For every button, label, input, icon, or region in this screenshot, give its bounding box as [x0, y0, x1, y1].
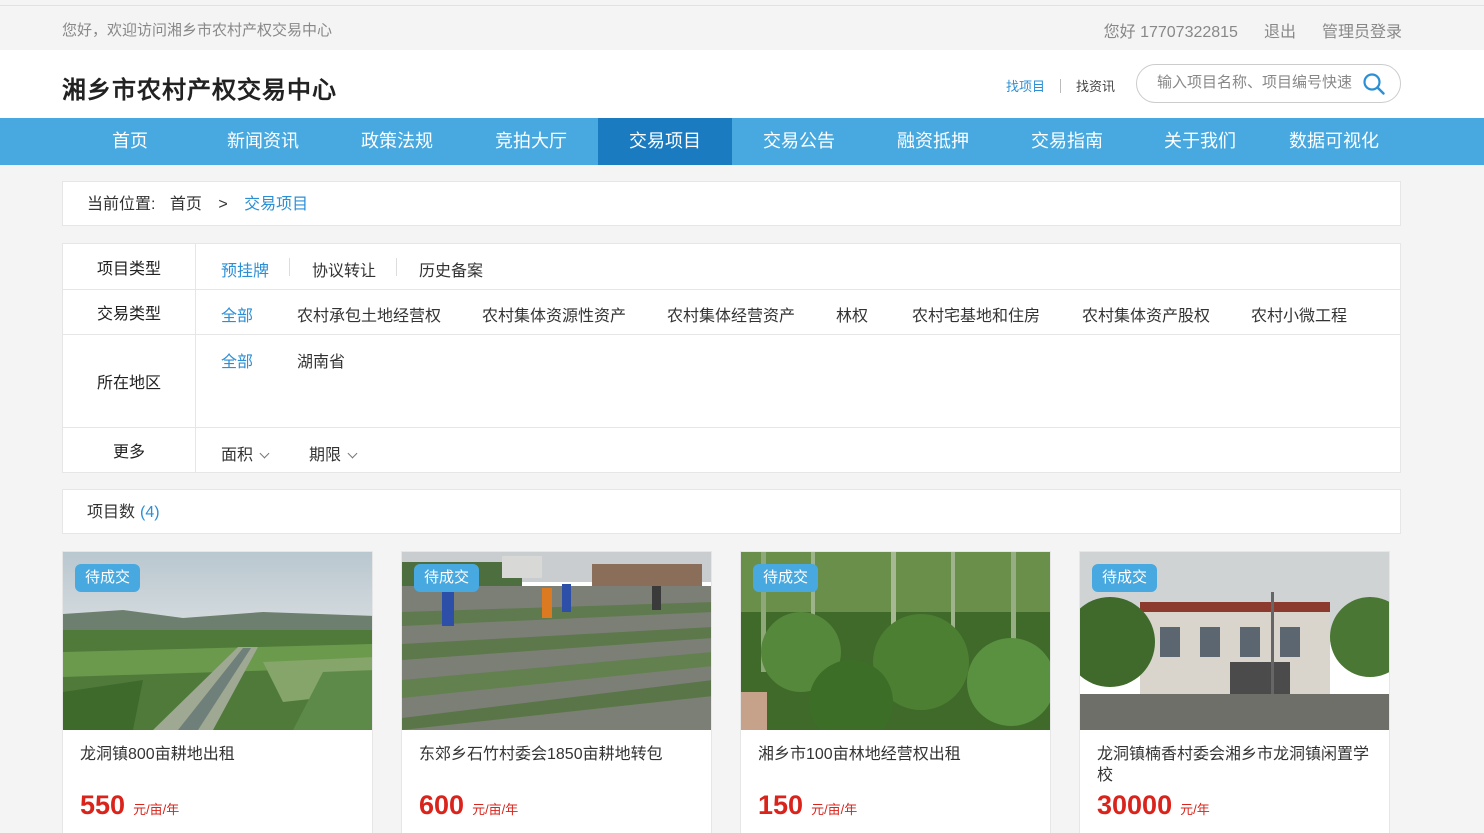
nav-item-about[interactable]: 关于我们: [1133, 118, 1267, 165]
filter-option-history[interactable]: 历史备案: [419, 257, 483, 281]
status-badge: 待成交: [1092, 564, 1158, 592]
dropdown-label: 面积: [221, 447, 254, 464]
site-header: 湘乡市农村产权交易中心 找项目 找资讯: [0, 50, 1484, 118]
welcome-text: 您好，欢迎访问湘乡市农村产权交易中心: [62, 22, 333, 39]
filter-option-land[interactable]: 农村承包土地经营权: [297, 302, 441, 326]
filter-option-equity[interactable]: 农村集体资产股权: [1082, 302, 1210, 326]
divider: [289, 258, 290, 276]
chevron-down-icon: [259, 448, 270, 459]
nav-item-home[interactable]: 首页: [63, 118, 197, 165]
search-scope: 找项目 找资讯: [1006, 76, 1115, 95]
admin-login-link[interactable]: 管理员登录: [1322, 18, 1402, 42]
price-unit: 元/亩/年: [472, 802, 519, 817]
filter-option-operating-assets[interactable]: 农村集体经营资产: [667, 302, 795, 326]
project-count-bar: 项目数 (4): [62, 489, 1401, 534]
project-photo-school[interactable]: 待成交: [1080, 552, 1389, 730]
price-unit: 元/亩/年: [133, 802, 180, 817]
filter-label: 交易类型: [63, 290, 196, 334]
price-value: 600: [419, 790, 465, 820]
project-count-value: (4): [140, 504, 160, 521]
price-unit: 元/年: [1180, 802, 1210, 817]
price-unit: 元/亩/年: [811, 802, 858, 817]
project-count-label: 项目数: [87, 504, 136, 521]
filter-option-all-regions[interactable]: 全部: [221, 348, 253, 372]
top-bar: 您好，欢迎访问湘乡市农村产权交易中心 您好 17707322815 退出 管理员…: [0, 5, 1484, 50]
filter-row-trade-type: 交易类型 全部 农村承包土地经营权 农村集体资源性资产 农村集体经营资产 林权 …: [63, 290, 1400, 335]
breadcrumb: 当前位置: 首页 > 交易项目: [62, 181, 1401, 226]
filter-label: 所在地区: [63, 335, 196, 427]
main-nav: 首页 新闻资讯 政策法规 竞拍大厅 交易项目 交易公告 融资抵押 交易指南 关于…: [0, 118, 1484, 165]
nav-item-guide[interactable]: 交易指南: [1000, 118, 1134, 165]
nav-item-auction[interactable]: 竞拍大厅: [464, 118, 598, 165]
divider: [396, 258, 397, 276]
filter-option-resource[interactable]: 农村集体资源性资产: [482, 302, 626, 326]
search-input[interactable]: [1157, 74, 1357, 91]
status-badge: 待成交: [75, 564, 141, 592]
project-card[interactable]: 待成交 龙洞镇楠香村委会湘乡市龙洞镇闲置学校 30000 元/年: [1079, 551, 1390, 833]
nav-item-announcements[interactable]: 交易公告: [732, 118, 866, 165]
project-photo-farmland[interactable]: 待成交: [63, 552, 372, 730]
project-photo-paddy[interactable]: 待成交: [402, 552, 711, 730]
status-badge: 待成交: [753, 564, 819, 592]
nav-item-policy[interactable]: 政策法规: [330, 118, 464, 165]
price-value: 550: [80, 790, 126, 820]
user-greeting[interactable]: 您好 17707322815: [1104, 18, 1238, 42]
filter-row-project-type: 项目类型 预挂牌 协议转让 历史备案: [63, 244, 1400, 290]
breadcrumb-separator: >: [218, 196, 228, 213]
filter-option-micro-project[interactable]: 农村小微工程: [1251, 302, 1347, 326]
filter-panel: 项目类型 预挂牌 协议转让 历史备案 交易类型 全部 农村承包土地经营权 农村集…: [62, 243, 1401, 473]
filter-row-more: 更多 面积 期限: [63, 428, 1400, 472]
nav-item-projects[interactable]: 交易项目: [598, 118, 732, 165]
search-icon[interactable]: [1362, 72, 1386, 96]
filter-label: 更多: [63, 428, 196, 472]
status-badge: 待成交: [414, 564, 480, 592]
filter-dropdown-term[interactable]: 期限: [309, 441, 358, 465]
project-card[interactable]: 待成交 湘乡市100亩林地经营权出租 150 元/亩/年: [740, 551, 1051, 833]
filter-option-homestead[interactable]: 农村宅基地和住房: [912, 302, 1040, 326]
site-logo[interactable]: 湘乡市农村产权交易中心: [62, 70, 337, 105]
nav-item-dataviz[interactable]: 数据可视化: [1267, 118, 1401, 165]
breadcrumb-prefix: 当前位置:: [87, 196, 156, 213]
chevron-down-icon: [347, 448, 358, 459]
project-price: 150 元/亩/年: [758, 790, 857, 821]
project-card[interactable]: 待成交 龙洞镇800亩耕地出租 550 元/亩/年: [62, 551, 373, 833]
filter-option-prelisting[interactable]: 预挂牌: [221, 257, 269, 281]
nav-item-news[interactable]: 新闻资讯: [196, 118, 330, 165]
price-value: 30000: [1097, 790, 1173, 820]
filter-dropdown-area[interactable]: 面积: [221, 441, 270, 465]
find-project-tab[interactable]: 找项目: [1006, 76, 1045, 95]
price-value: 150: [758, 790, 804, 820]
filter-label: 项目类型: [63, 244, 196, 289]
project-price: 550 元/亩/年: [80, 790, 179, 821]
breadcrumb-home[interactable]: 首页: [170, 196, 202, 213]
dropdown-label: 期限: [309, 447, 342, 464]
project-title[interactable]: 龙洞镇800亩耕地出租: [80, 744, 362, 765]
filter-row-region: 所在地区 全部 湖南省: [63, 335, 1400, 428]
nav-item-financing[interactable]: 融资抵押: [866, 118, 1000, 165]
filter-option-forest[interactable]: 林权: [836, 302, 868, 326]
breadcrumb-current: 交易项目: [244, 196, 309, 213]
project-title[interactable]: 龙洞镇楠香村委会湘乡市龙洞镇闲置学校: [1097, 744, 1379, 786]
top-bar-links: 您好 17707322815 退出 管理员登录: [1104, 18, 1402, 42]
project-price: 600 元/亩/年: [419, 790, 518, 821]
project-photo-forest[interactable]: 待成交: [741, 552, 1050, 730]
project-card[interactable]: 待成交 东郊乡石竹村委会1850亩耕地转包 600 元/亩/年: [401, 551, 712, 833]
divider: [1060, 78, 1062, 93]
filter-option-agreement[interactable]: 协议转让: [312, 257, 376, 281]
project-price: 30000 元/年: [1097, 790, 1210, 821]
filter-option-hunan[interactable]: 湖南省: [297, 348, 345, 372]
filter-option-all[interactable]: 全部: [221, 302, 253, 326]
search-box: [1136, 64, 1401, 103]
find-news-tab[interactable]: 找资讯: [1076, 76, 1115, 95]
logout-link[interactable]: 退出: [1264, 18, 1296, 42]
project-title[interactable]: 湘乡市100亩林地经营权出租: [758, 744, 1040, 765]
project-title[interactable]: 东郊乡石竹村委会1850亩耕地转包: [419, 744, 701, 765]
